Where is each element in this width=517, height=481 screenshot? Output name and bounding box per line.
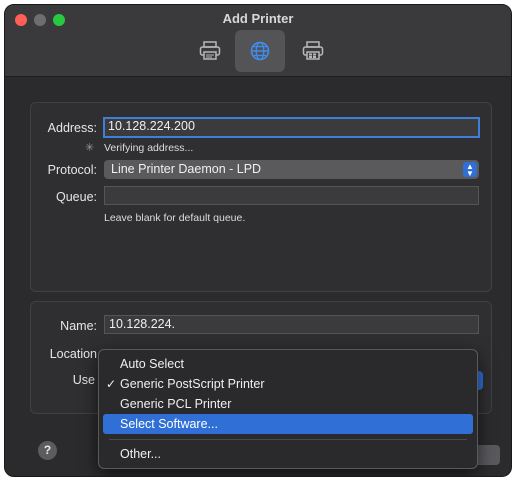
checkmark-icon: ✓	[106, 377, 117, 391]
menu-item-label: Other...	[120, 447, 161, 461]
verifying-status: Verifying address...	[104, 142, 194, 154]
protocol-select-value: Line Printer Daemon - LPD	[111, 162, 262, 176]
windows-printer-icon	[302, 41, 324, 60]
globe-icon	[250, 41, 270, 61]
queue-hint: Leave blank for default queue.	[104, 212, 246, 224]
menu-item-label: Generic PostScript Printer	[120, 377, 265, 391]
queue-input[interactable]	[104, 186, 479, 205]
menu-item-generic-pcl[interactable]: Generic PCL Printer	[103, 394, 473, 414]
protocol-select[interactable]: Line Printer Daemon - LPD ▲ ▼	[104, 160, 479, 179]
printer-icon	[199, 41, 221, 60]
add-printer-window: Add Printer Address: 10.128.224.200 ✳ Ve…	[4, 4, 512, 477]
titlebar: Add Printer	[5, 5, 511, 77]
menu-item-auto-select[interactable]: Auto Select	[103, 354, 473, 374]
menu-item-label: Select Software...	[120, 417, 218, 431]
menu-item-generic-postscript[interactable]: ✓ Generic PostScript Printer	[103, 374, 473, 394]
address-label: Address:	[47, 121, 97, 135]
protocol-label: Protocol:	[47, 163, 97, 177]
menu-item-label: Auto Select	[120, 357, 184, 371]
spinner-icon: ✳	[85, 142, 95, 154]
name-input[interactable]: 10.128.224.	[104, 315, 479, 334]
menu-item-select-software[interactable]: Select Software...	[103, 414, 473, 434]
window-title: Add Printer	[222, 11, 294, 26]
toolbar-windows-button[interactable]	[288, 30, 338, 72]
help-button[interactable]: ?	[38, 441, 57, 460]
use-driver-menu: Auto Select ✓ Generic PostScript Printer…	[98, 349, 478, 469]
toolbar-ip-button[interactable]	[235, 30, 285, 72]
queue-label: Queue:	[55, 190, 97, 204]
menu-item-other[interactable]: Other...	[103, 444, 473, 464]
address-input[interactable]: 10.128.224.200	[103, 117, 480, 138]
use-label: Use	[72, 373, 95, 387]
name-label: Name:	[60, 319, 97, 333]
menu-separator	[109, 439, 467, 440]
chevron-updown-icon: ▲ ▼	[463, 162, 477, 178]
menu-item-label: Generic PCL Printer	[120, 397, 232, 411]
location-label: Location	[49, 347, 97, 361]
toolbar-default-printers-button[interactable]	[185, 30, 235, 72]
